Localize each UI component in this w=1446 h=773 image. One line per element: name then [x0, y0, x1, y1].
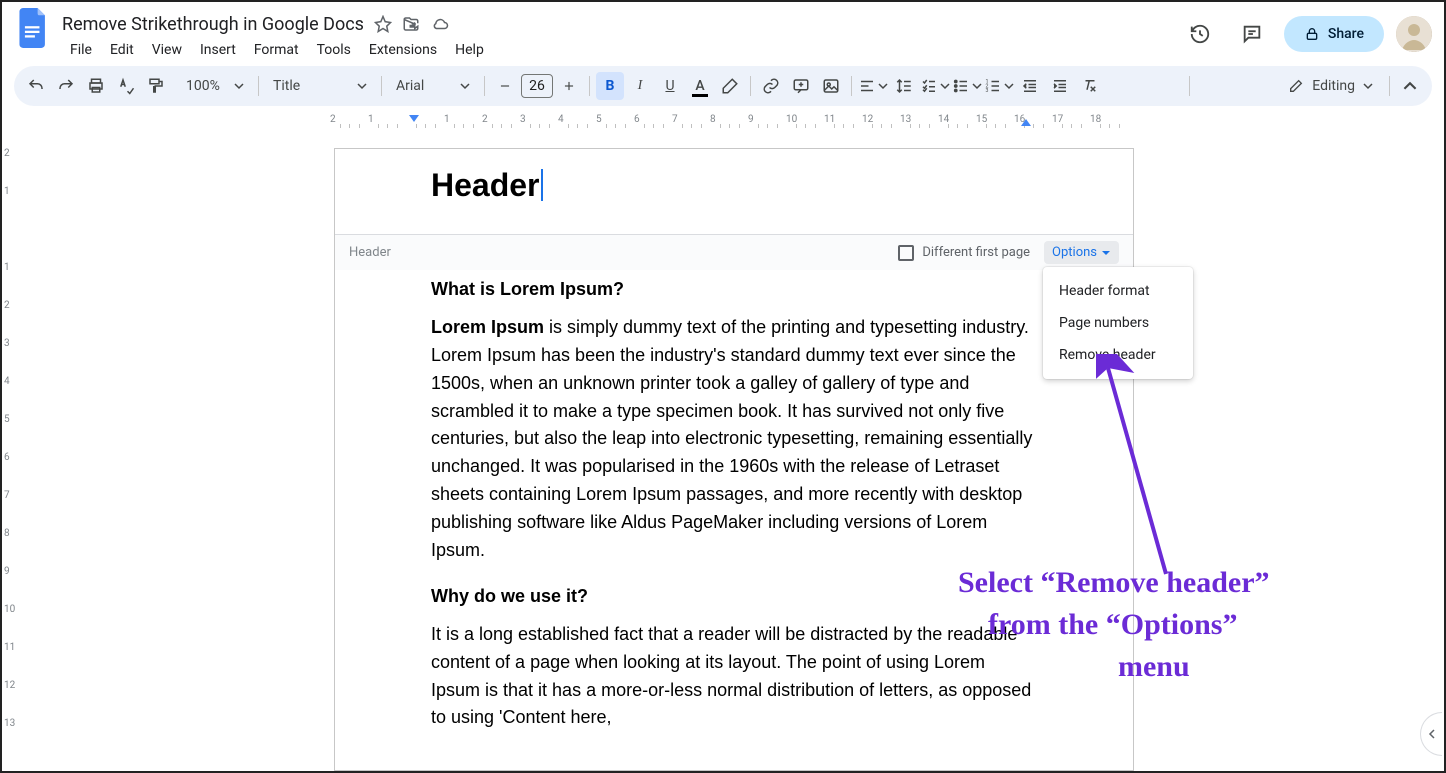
checkbox-icon: [898, 245, 914, 261]
heading: What is Lorem Ipsum?: [431, 276, 1037, 304]
paint-format-button[interactable]: [142, 72, 170, 100]
underline-button[interactable]: U: [656, 72, 684, 100]
menu-file[interactable]: File: [62, 38, 100, 62]
menu-header-format[interactable]: Header format: [1043, 275, 1193, 307]
header-right: Share: [1180, 8, 1432, 54]
paragraph: Lorem Ipsum is simply dummy text of the …: [431, 314, 1037, 565]
add-comment-button[interactable]: [787, 72, 815, 100]
highlight-button[interactable]: [716, 72, 744, 100]
line-spacing-button[interactable]: [890, 72, 918, 100]
separator: [1189, 76, 1190, 96]
move-icon[interactable]: [402, 15, 420, 33]
page-body[interactable]: What is Lorem Ipsum? Lorem Ipsum is simp…: [335, 270, 1133, 770]
separator: [750, 76, 751, 96]
menu-extensions[interactable]: Extensions: [361, 38, 445, 62]
doc-title[interactable]: Remove Strikethrough in Google Docs: [62, 14, 364, 35]
title-area: Remove Strikethrough in Google Docs File…: [62, 8, 1180, 62]
horizontal-ruler[interactable]: 21123456789101112131415161718: [50, 114, 1444, 130]
toolbar-wrap: 100% Title Arial 26 B I U A 123 Editing: [2, 66, 1444, 114]
separator: [258, 76, 259, 96]
chevron-down-icon: [1363, 81, 1373, 91]
caret-down-icon: [1101, 248, 1111, 258]
collapse-toolbar-button[interactable]: [1396, 72, 1424, 100]
zoom-select[interactable]: 100%: [172, 72, 252, 100]
redo-button[interactable]: [52, 72, 80, 100]
separator: [484, 76, 485, 96]
spellcheck-button[interactable]: [112, 72, 140, 100]
toolbar: 100% Title Arial 26 B I U A 123 Editing: [14, 66, 1432, 106]
history-icon[interactable]: [1180, 14, 1220, 54]
print-button[interactable]: [82, 72, 110, 100]
bold-button[interactable]: B: [596, 72, 624, 100]
insert-link-button[interactable]: [757, 72, 785, 100]
chevron-down-icon: [878, 81, 888, 91]
menu-bar: File Edit View Insert Format Tools Exten…: [62, 38, 1180, 62]
menu-format[interactable]: Format: [246, 38, 307, 62]
chevron-down-icon: [357, 81, 367, 91]
menu-help[interactable]: Help: [447, 38, 492, 62]
menu-tools[interactable]: Tools: [309, 38, 359, 62]
menu-view[interactable]: View: [144, 38, 190, 62]
text-cursor: [541, 169, 543, 201]
checklist-button[interactable]: [920, 72, 950, 100]
bulleted-list-button[interactable]: [952, 72, 982, 100]
page-header-area[interactable]: Header: [335, 149, 1133, 234]
align-button[interactable]: [858, 72, 888, 100]
separator: [851, 76, 852, 96]
decrease-font-button[interactable]: [491, 72, 519, 100]
avatar[interactable]: [1396, 16, 1432, 52]
menu-remove-header[interactable]: Remove header: [1043, 339, 1193, 371]
share-button[interactable]: Share: [1284, 16, 1384, 52]
insert-image-button[interactable]: [817, 72, 845, 100]
font-size-input[interactable]: 26: [521, 74, 553, 98]
text-color-button[interactable]: A: [686, 72, 714, 100]
header-options-button[interactable]: Options: [1044, 241, 1119, 264]
comments-icon[interactable]: [1232, 14, 1272, 54]
lock-icon: [1304, 26, 1320, 42]
options-dropdown-menu: Header format Page numbers Remove header: [1043, 267, 1193, 379]
docs-logo[interactable]: [14, 8, 54, 48]
header-bar-label: Header: [349, 245, 391, 260]
pencil-icon: [1288, 78, 1304, 94]
chevron-down-icon: [1004, 81, 1014, 91]
chevron-down-icon: [460, 81, 470, 91]
chevron-down-icon: [972, 81, 982, 91]
undo-button[interactable]: [22, 72, 50, 100]
heading: Why do we use it?: [431, 583, 1037, 611]
header-control-bar: Header Different first page Options Head…: [335, 234, 1133, 270]
increase-indent-button[interactable]: [1046, 72, 1074, 100]
annotation-text: Select “Remove header” from the “Options…: [958, 562, 1270, 688]
font-select[interactable]: Arial: [388, 72, 478, 100]
chevron-down-icon: [940, 81, 950, 91]
chevron-down-icon: [234, 81, 244, 91]
separator: [589, 76, 590, 96]
editing-mode-button[interactable]: Editing: [1278, 72, 1383, 100]
share-label: Share: [1328, 26, 1364, 42]
menu-edit[interactable]: Edit: [102, 38, 142, 62]
italic-button[interactable]: I: [626, 72, 654, 100]
different-first-page-checkbox[interactable]: Different first page: [898, 245, 1030, 261]
decrease-indent-button[interactable]: [1016, 72, 1044, 100]
menu-insert[interactable]: Insert: [192, 38, 244, 62]
menu-page-numbers[interactable]: Page numbers: [1043, 307, 1193, 339]
separator: [1389, 76, 1390, 96]
clear-formatting-button[interactable]: [1076, 72, 1104, 100]
separator: [381, 76, 382, 96]
star-icon[interactable]: [374, 15, 392, 33]
numbered-list-button[interactable]: 123: [984, 72, 1014, 100]
app-header: Remove Strikethrough in Google Docs File…: [2, 2, 1444, 66]
style-select[interactable]: Title: [265, 72, 375, 100]
vertical-ruler[interactable]: 2112345678910111213: [2, 130, 22, 771]
cloud-icon[interactable]: [430, 15, 450, 33]
increase-font-button[interactable]: [555, 72, 583, 100]
paragraph: It is a long established fact that a rea…: [431, 621, 1037, 733]
svg-text:3: 3: [986, 88, 989, 94]
header-text[interactable]: Header: [431, 167, 540, 204]
